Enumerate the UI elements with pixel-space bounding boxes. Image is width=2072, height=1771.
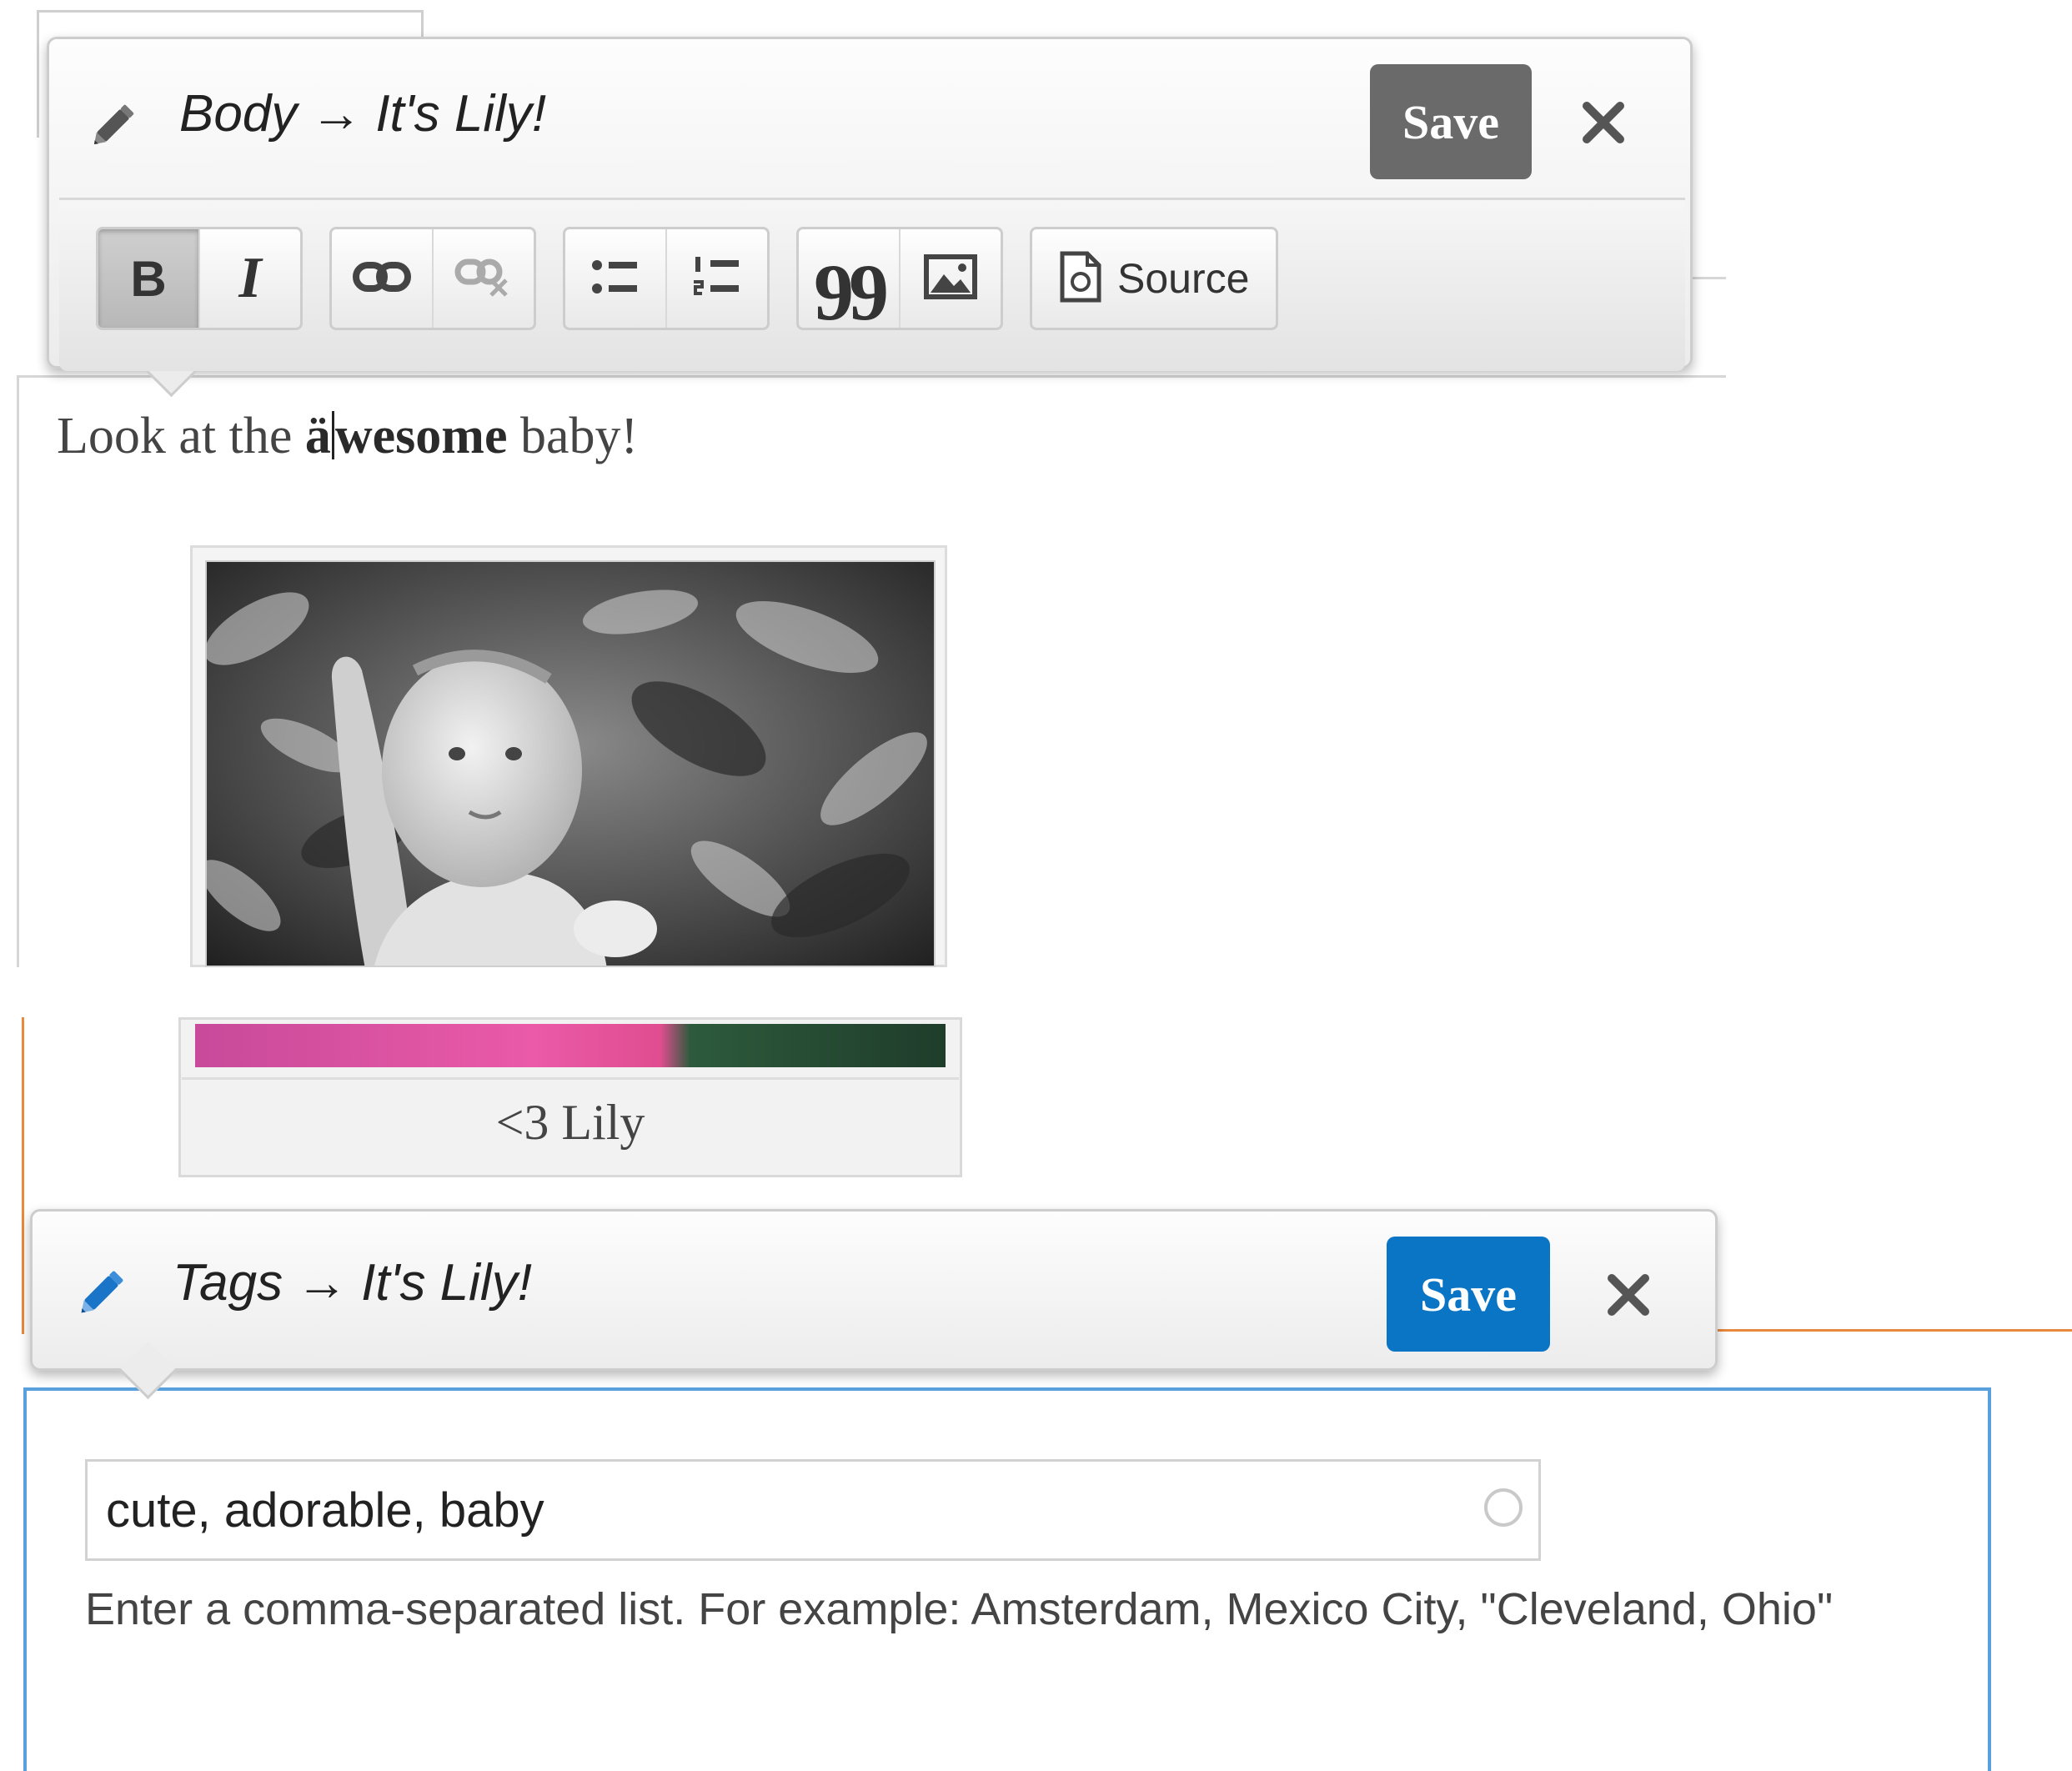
pencil-icon	[84, 94, 144, 154]
numbered-list-icon	[692, 253, 742, 304]
italic-button[interactable]: I	[198, 229, 300, 328]
numbered-list-button[interactable]	[665, 229, 767, 328]
bold-button[interactable]: B	[98, 229, 198, 328]
throbber-icon	[1484, 1488, 1523, 1527]
source-button[interactable]: Source	[1032, 229, 1276, 328]
text-after: baby!	[507, 408, 639, 464]
caption-divider	[182, 1077, 959, 1080]
blockquote-button[interactable]: 99	[799, 229, 899, 330]
tags-help-text: Enter a comma-separated list. For exampl…	[85, 1584, 1834, 1634]
tags-input-value: cute, adorable, baby	[106, 1483, 544, 1538]
link-group	[329, 227, 536, 330]
link-button[interactable]	[332, 229, 432, 328]
insert-group: 99	[796, 227, 1003, 330]
source-document-icon	[1059, 250, 1102, 308]
body-paragraph[interactable]: Look at the äwesome baby!	[57, 407, 638, 466]
bold-text-start: ä	[304, 408, 331, 464]
toolbar-title: Body → It's Lily!	[179, 84, 546, 143]
source-group: Source	[1030, 227, 1279, 330]
editor-toolbar: B I 99 Source	[59, 198, 1685, 371]
list-group	[563, 227, 770, 330]
bold-text-end: wesome	[334, 408, 508, 464]
tags-input[interactable]: cute, adorable, baby	[85, 1459, 1541, 1561]
text-cursor	[331, 411, 334, 459]
toolbar-title: Tags → It's Lily!	[173, 1253, 532, 1312]
body-field-top-border	[17, 375, 1726, 378]
pencil-icon	[71, 1260, 134, 1323]
field-name: Body	[179, 85, 298, 143]
outline-edge-right	[1709, 1329, 2072, 1332]
unlink-button[interactable]	[432, 229, 534, 328]
image-icon	[924, 253, 977, 304]
source-label: Source	[1117, 255, 1250, 302]
photo-strip	[195, 1024, 946, 1067]
entity-label: It's Lily!	[375, 85, 547, 143]
title-arrow: →	[296, 1254, 349, 1312]
unlink-icon	[454, 255, 513, 303]
close-icon[interactable]	[1605, 1272, 1652, 1322]
bulleted-list-button[interactable]	[565, 229, 665, 328]
baby-photo[interactable]	[205, 560, 936, 967]
text-before: Look at the	[57, 408, 305, 464]
body-field-left-border	[17, 375, 19, 967]
image-caption: <3 Lily	[495, 1095, 645, 1150]
entity-label: It's Lily!	[361, 1254, 532, 1312]
body-quickedit-toolbar: Body → It's Lily! Save B I 99 Source	[47, 37, 1693, 398]
tags-quickedit-toolbar: Tags → It's Lily! Save	[30, 1209, 1718, 1400]
blockquote-icon: 99	[814, 248, 889, 330]
bulleted-list-icon	[590, 255, 640, 303]
save-button[interactable]: Save	[1387, 1237, 1550, 1352]
close-icon[interactable]	[1580, 99, 1627, 150]
bold-label: B	[130, 250, 167, 307]
italic-label: I	[238, 246, 262, 310]
outline-edge-left	[22, 1017, 24, 1334]
title-arrow: →	[310, 85, 363, 143]
field-name: Tags	[173, 1254, 283, 1312]
basic-styles-group: B I	[96, 227, 303, 330]
link-icon	[353, 260, 411, 298]
image-button[interactable]	[899, 229, 1001, 328]
save-button[interactable]: Save	[1370, 64, 1532, 179]
